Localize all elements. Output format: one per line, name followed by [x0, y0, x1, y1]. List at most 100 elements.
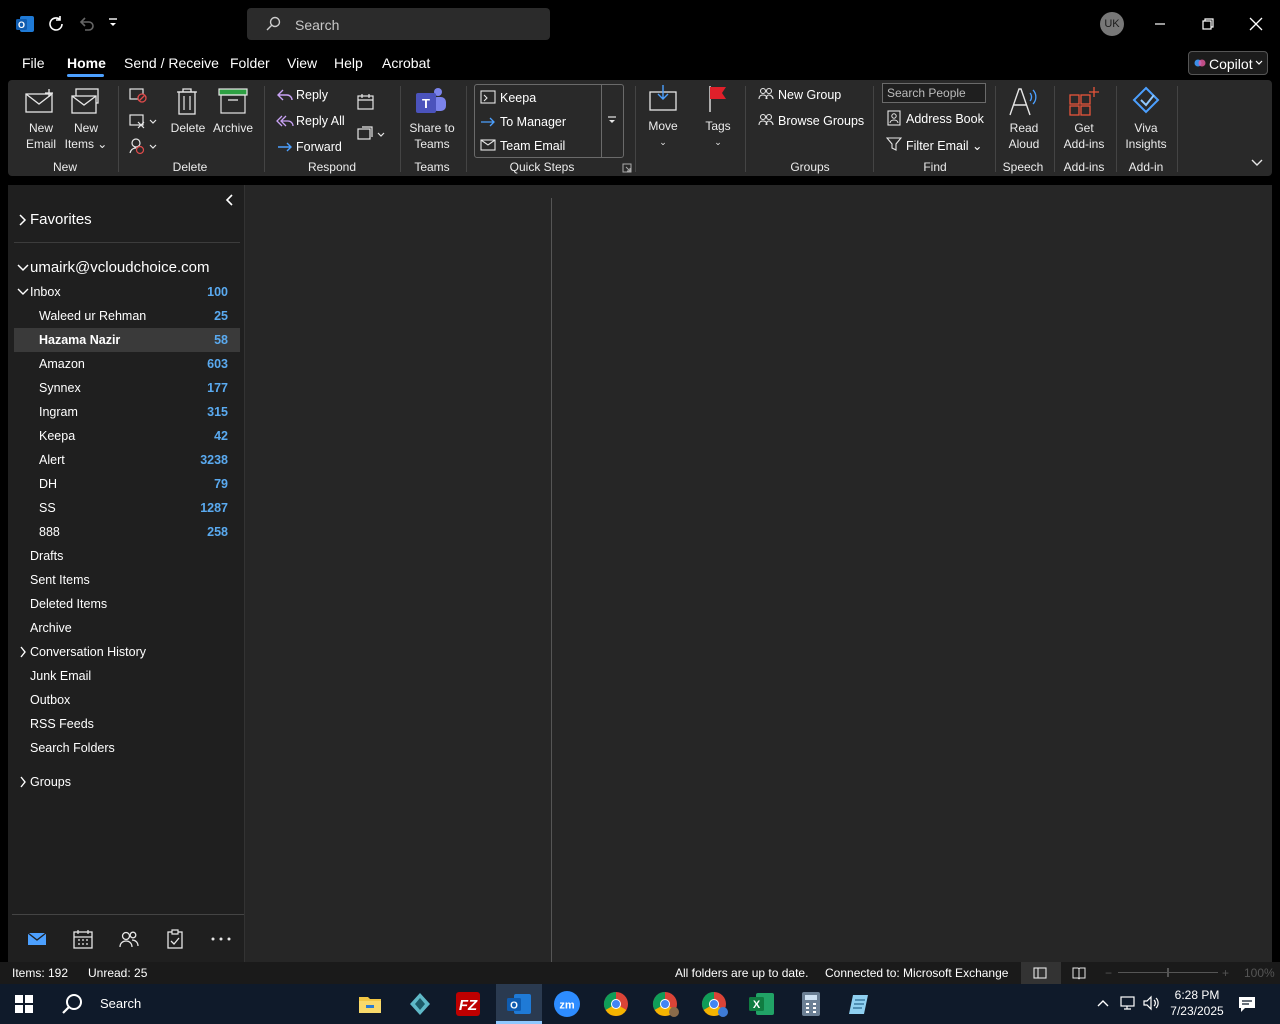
- pane-splitter[interactable]: [551, 198, 552, 962]
- folder-conversation-history[interactable]: Conversation History: [14, 640, 240, 664]
- folder-search-folders[interactable]: Search Folders: [14, 736, 240, 760]
- inbox-subfolder[interactable]: Alert 3238: [14, 448, 240, 472]
- inbox-subfolder[interactable]: SS 1287: [14, 496, 240, 520]
- address-book-button[interactable]: Address Book: [906, 112, 984, 126]
- chrome-icon[interactable]: [600, 988, 632, 1020]
- inbox-subfolder[interactable]: Waleed ur Rehman 25: [14, 304, 240, 328]
- sync-icon[interactable]: [46, 14, 66, 34]
- inbox-subfolder[interactable]: Keepa 42: [14, 424, 240, 448]
- viva-insights-icon[interactable]: [1130, 85, 1162, 117]
- app-icon[interactable]: [404, 988, 436, 1020]
- forward-button[interactable]: Forward: [296, 140, 342, 154]
- folder-junk-email[interactable]: Junk Email: [14, 664, 240, 688]
- filezilla-icon[interactable]: FZ: [452, 988, 484, 1020]
- viva-insights-button[interactable]: Viva Insights: [1120, 120, 1172, 152]
- ribbon-expand-icon[interactable]: [1251, 159, 1263, 167]
- minimize-icon[interactable]: [1152, 16, 1168, 32]
- new-group-button[interactable]: New Group: [778, 88, 841, 102]
- menu-folder[interactable]: Folder: [230, 55, 270, 71]
- reading-view-icon[interactable]: [1072, 966, 1086, 980]
- notepad-icon[interactable]: [844, 988, 876, 1020]
- junk-icon[interactable]: [128, 137, 158, 155]
- folder-sent-items[interactable]: Sent Items: [14, 568, 240, 592]
- clean-up-icon[interactable]: [128, 112, 158, 130]
- chevron-right-icon[interactable]: [18, 213, 28, 227]
- calendar-module-icon[interactable]: [72, 928, 94, 950]
- more-respond-icon[interactable]: [356, 124, 388, 144]
- teams-icon[interactable]: T: [414, 85, 450, 119]
- ignore-icon[interactable]: [128, 86, 148, 104]
- mail-module-icon[interactable]: [26, 928, 48, 950]
- inbox-subfolder[interactable]: Hazama Nazir 58: [14, 328, 240, 352]
- copilot-button[interactable]: Copilot: [1188, 51, 1268, 75]
- normal-view-button[interactable]: [1021, 962, 1061, 984]
- restore-icon[interactable]: [1200, 16, 1216, 32]
- people-module-icon[interactable]: [118, 928, 140, 950]
- taskbar-search-label[interactable]: Search: [100, 996, 141, 1011]
- menu-home[interactable]: Home: [67, 55, 106, 71]
- inbox-subfolder[interactable]: DH 79: [14, 472, 240, 496]
- clock[interactable]: 6:28 PM 7/23/2025: [1168, 988, 1226, 1018]
- zoom-app-icon[interactable]: zm: [551, 988, 583, 1020]
- taskbar-search-icon[interactable]: [60, 992, 84, 1016]
- zoom-in-icon[interactable]: +: [1222, 966, 1229, 980]
- chevron-down-icon[interactable]: [16, 263, 30, 273]
- inbox-subfolder[interactable]: Synnex 177: [14, 376, 240, 400]
- new-email-button[interactable]: [24, 87, 58, 117]
- close-icon[interactable]: [1248, 16, 1264, 32]
- quick-step-team-email[interactable]: Team Email: [500, 139, 565, 153]
- tasks-module-icon[interactable]: [164, 928, 186, 950]
- meeting-icon[interactable]: [356, 92, 376, 112]
- notifications-icon[interactable]: [1237, 994, 1257, 1014]
- volume-icon[interactable]: [1142, 995, 1160, 1011]
- more-modules-icon[interactable]: [210, 928, 232, 950]
- excel-icon[interactable]: X: [746, 988, 778, 1020]
- dialog-launcher-icon[interactable]: [622, 163, 632, 173]
- customize-toolbar-icon[interactable]: [107, 17, 119, 29]
- folder-outbox[interactable]: Outbox: [14, 688, 240, 712]
- menu-view[interactable]: View: [287, 55, 317, 71]
- outlook-taskbar-button[interactable]: O: [496, 984, 542, 1024]
- archive-icon[interactable]: [218, 87, 248, 115]
- search-input[interactable]: Search: [247, 8, 550, 40]
- favorites-header[interactable]: Favorites: [30, 211, 92, 228]
- flag-icon[interactable]: [706, 84, 730, 114]
- menu-file[interactable]: File: [22, 55, 45, 71]
- reply-button[interactable]: Reply: [296, 88, 328, 102]
- search-people-input[interactable]: Search People: [882, 83, 986, 103]
- system-tray-expand-icon[interactable]: [1096, 997, 1110, 1009]
- share-to-teams-button[interactable]: Share to Teams: [404, 120, 460, 152]
- windows-start-icon[interactable]: [14, 994, 34, 1014]
- read-aloud-button[interactable]: Read Aloud: [1002, 120, 1046, 152]
- folder-rss-feeds[interactable]: RSS Feeds: [14, 712, 240, 736]
- zoom-out-icon[interactable]: −: [1105, 966, 1112, 980]
- archive-button-label[interactable]: Archive: [210, 120, 256, 136]
- chrome-profile-icon[interactable]: [698, 988, 730, 1020]
- browse-groups-button[interactable]: Browse Groups: [778, 114, 864, 128]
- delete-icon[interactable]: [174, 86, 200, 116]
- calculator-icon[interactable]: [795, 988, 827, 1020]
- quick-step-keepa[interactable]: Keepa: [500, 91, 536, 105]
- reply-all-button[interactable]: Reply All: [296, 114, 345, 128]
- menu-help[interactable]: Help: [334, 55, 363, 71]
- groups-header[interactable]: Groups: [14, 770, 240, 794]
- filter-email-button[interactable]: Filter Email ⌄: [906, 138, 982, 153]
- network-icon[interactable]: [1118, 995, 1136, 1011]
- folder-deleted-items[interactable]: Deleted Items: [14, 592, 240, 616]
- account-header[interactable]: umairk@vcloudchoice.com: [30, 259, 209, 276]
- inbox-subfolder[interactable]: Ingram 315: [14, 400, 240, 424]
- get-addins-icon[interactable]: [1068, 85, 1100, 117]
- zoom-slider-thumb[interactable]: [1167, 968, 1169, 977]
- folder-archive[interactable]: Archive: [14, 616, 240, 640]
- chrome-profile-icon[interactable]: [649, 988, 681, 1020]
- zoom-level[interactable]: 100%: [1244, 966, 1275, 980]
- read-aloud-icon[interactable]: [1008, 85, 1040, 117]
- new-items-button[interactable]: [70, 87, 104, 117]
- collapse-pane-icon[interactable]: [225, 194, 235, 206]
- message-list-and-reading-pane[interactable]: [244, 185, 1272, 962]
- avatar[interactable]: UK: [1100, 12, 1124, 36]
- quick-step-to-manager[interactable]: To Manager: [500, 115, 566, 129]
- menu-send-receive[interactable]: Send / Receive: [124, 55, 219, 71]
- menu-acrobat[interactable]: Acrobat: [382, 55, 430, 71]
- inbox-subfolder[interactable]: 888 258: [14, 520, 240, 544]
